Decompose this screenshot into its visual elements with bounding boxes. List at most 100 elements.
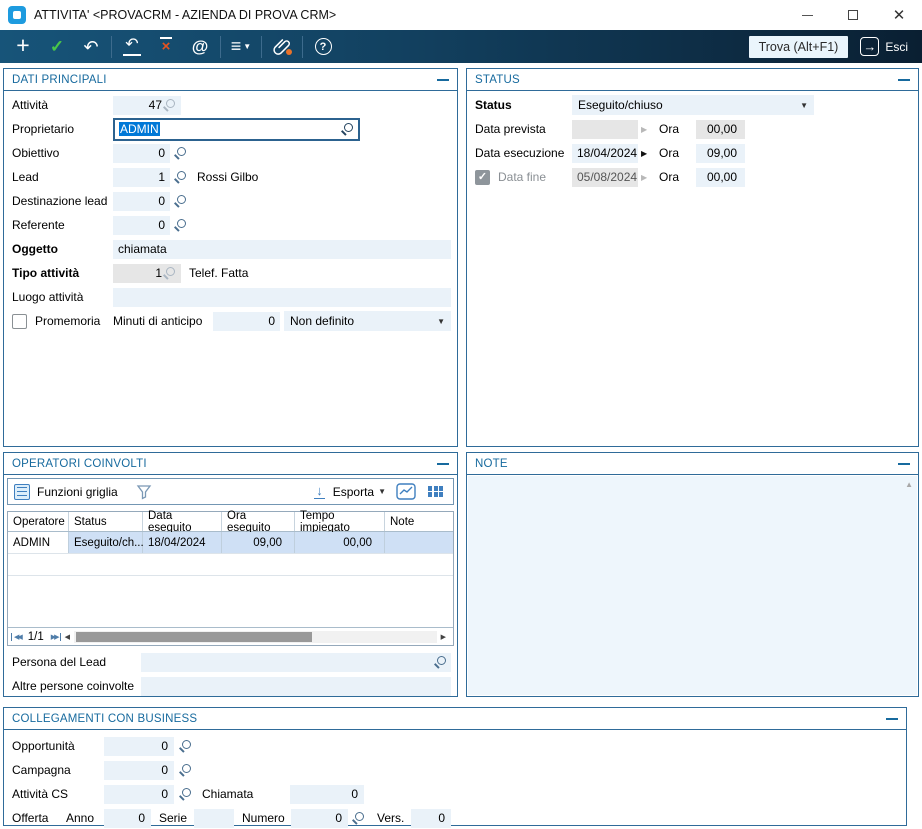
field-row-status: Status Eseguito/chiuso ▼ [467, 93, 918, 117]
funzioni-griglia-button[interactable]: Funzioni griglia [37, 485, 118, 499]
obiettivo-field[interactable]: 0 [113, 144, 170, 163]
ora-fine-field[interactable]: 00,00 [696, 168, 745, 187]
data-fine-checkbox[interactable]: ✓ [475, 170, 490, 185]
collapse-icon[interactable] [898, 463, 910, 465]
ora-prevista-field[interactable]: 00,00 [696, 120, 745, 139]
chiamata-field[interactable]: 0 [290, 785, 364, 804]
attivita-cs-field[interactable]: 0 [104, 785, 174, 804]
minuti-anticipo-field[interactable]: 0 [213, 312, 280, 331]
column-header[interactable]: Tempo impiegato [295, 512, 385, 531]
column-header[interactable]: Operatore [8, 512, 69, 531]
proprietario-input[interactable]: ADMIN [113, 118, 360, 141]
ora-label: Ora [659, 170, 685, 184]
scrollbar-thumb[interactable] [76, 632, 312, 642]
collapse-icon[interactable] [898, 79, 910, 81]
new-button[interactable]: + [6, 33, 40, 60]
panel-collegamenti-header: COLLEGAMENTI CON BUSINESS [4, 708, 906, 730]
menu-button[interactable]: ≡▼ [224, 33, 258, 60]
date-expand-icon[interactable]: ▶ [641, 125, 651, 134]
minuti-anticipo-value: 0 [268, 314, 275, 328]
filter-icon[interactable] [136, 484, 152, 500]
numero-field[interactable]: 0 [291, 809, 348, 828]
search-icon[interactable] [162, 98, 176, 112]
search-icon[interactable] [162, 266, 176, 280]
data-prevista-field[interactable] [572, 120, 638, 139]
column-header[interactable]: Status [69, 512, 143, 531]
collapse-icon[interactable] [437, 79, 449, 81]
date-expand-icon[interactable]: ▶ [641, 173, 651, 182]
lead-field[interactable]: 1 [113, 168, 170, 187]
trova-button[interactable]: Trova (Alt+F1) [749, 36, 849, 58]
ora-esecuzione-field[interactable]: 09,00 [696, 144, 745, 163]
search-icon[interactable] [173, 170, 187, 184]
minimize-button[interactable] [784, 0, 830, 30]
search-icon[interactable] [178, 763, 192, 777]
promemoria-checkbox[interactable] [12, 314, 27, 329]
note-textarea[interactable]: ▲ [468, 476, 917, 695]
altre-persone-field[interactable] [141, 677, 451, 696]
persona-lead-field[interactable] [141, 653, 451, 672]
anno-field[interactable]: 0 [104, 809, 151, 828]
column-header[interactable]: Data eseguito [143, 512, 222, 531]
collapse-icon[interactable] [886, 718, 898, 720]
esci-button[interactable]: → Esci [860, 37, 908, 56]
cell-operatore: ADMIN [8, 532, 69, 553]
serie-field[interactable] [194, 809, 234, 828]
cell-status: Eseguito/ch... [69, 532, 143, 553]
tipo-attivita-field[interactable]: 1 [113, 264, 181, 283]
collapse-icon[interactable] [437, 463, 449, 465]
attachments-button[interactable] [265, 33, 299, 60]
column-header[interactable]: Ora eseguito [222, 512, 295, 531]
download-icon[interactable]: ↓ [314, 484, 325, 499]
panel-status-header: STATUS [467, 69, 918, 91]
field-row-offerta: Offerta Anno 0 Serie Numero 0 Vers. 0 [4, 806, 906, 829]
panel-note-title: NOTE [475, 458, 508, 470]
search-icon[interactable] [351, 811, 365, 825]
help-button[interactable]: ? [306, 33, 340, 60]
referente-field[interactable]: 0 [113, 216, 170, 235]
chevron-down-icon: ▼ [378, 487, 386, 496]
search-icon[interactable] [173, 146, 187, 160]
column-header[interactable]: Note [385, 512, 453, 531]
oggetto-field[interactable]: chiamata [113, 240, 451, 259]
vers-field[interactable]: 0 [411, 809, 451, 828]
data-esecuzione-field[interactable]: 18/04/2024 [572, 144, 638, 163]
horizontal-scrollbar[interactable] [74, 631, 437, 643]
search-icon[interactable] [340, 122, 354, 136]
scroll-up-icon[interactable]: ▲ [905, 480, 913, 489]
anticipo-dropdown[interactable]: Non definito ▼ [284, 311, 451, 331]
toolbar-separator [261, 36, 262, 58]
opportunita-field[interactable]: 0 [104, 737, 174, 756]
campagna-field[interactable]: 0 [104, 761, 174, 780]
first-page-icon[interactable]: ◀◀ [11, 633, 23, 641]
delete-button[interactable]: × [149, 33, 183, 60]
search-icon[interactable] [433, 655, 447, 669]
status-dropdown[interactable]: Eseguito/chiuso ▼ [572, 95, 814, 115]
confirm-button[interactable]: ✓ [40, 33, 74, 60]
hamburger-icon: ≡ [231, 36, 242, 57]
field-row-data-prevista: Data prevista ▶ Ora 00,00 [467, 117, 918, 141]
data-fine-field[interactable]: 05/08/2024 [572, 168, 638, 187]
revert-button[interactable]: ↶ [115, 33, 149, 60]
undo-button[interactable]: ↶ [74, 33, 108, 60]
close-button[interactable]: ✕ [876, 0, 922, 30]
last-page-icon[interactable]: ▶▶ [49, 633, 61, 641]
scroll-right-icon[interactable]: ▶ [437, 633, 450, 641]
date-expand-icon[interactable]: ▶ [641, 149, 651, 158]
grid-view-icon[interactable] [428, 486, 443, 498]
luogo-field[interactable] [113, 288, 451, 307]
destinazione-field[interactable]: 0 [113, 192, 170, 211]
chart-icon[interactable] [396, 483, 416, 500]
search-icon[interactable] [173, 194, 187, 208]
table-row[interactable]: ADMIN Eseguito/ch... 18/04/2024 09,00 00… [8, 532, 453, 554]
chevron-down-icon: ▼ [437, 317, 445, 326]
scroll-left-icon[interactable]: ◀ [61, 633, 74, 641]
email-button[interactable]: @ [183, 33, 217, 60]
attivita-field[interactable]: 47 [113, 96, 181, 115]
esporta-button[interactable]: Esporta ▼ [333, 485, 386, 499]
search-icon[interactable] [178, 739, 192, 753]
maximize-button[interactable] [830, 0, 876, 30]
search-icon[interactable] [178, 787, 192, 801]
search-icon[interactable] [173, 218, 187, 232]
field-row-attivita: Attività 47 [4, 93, 457, 117]
